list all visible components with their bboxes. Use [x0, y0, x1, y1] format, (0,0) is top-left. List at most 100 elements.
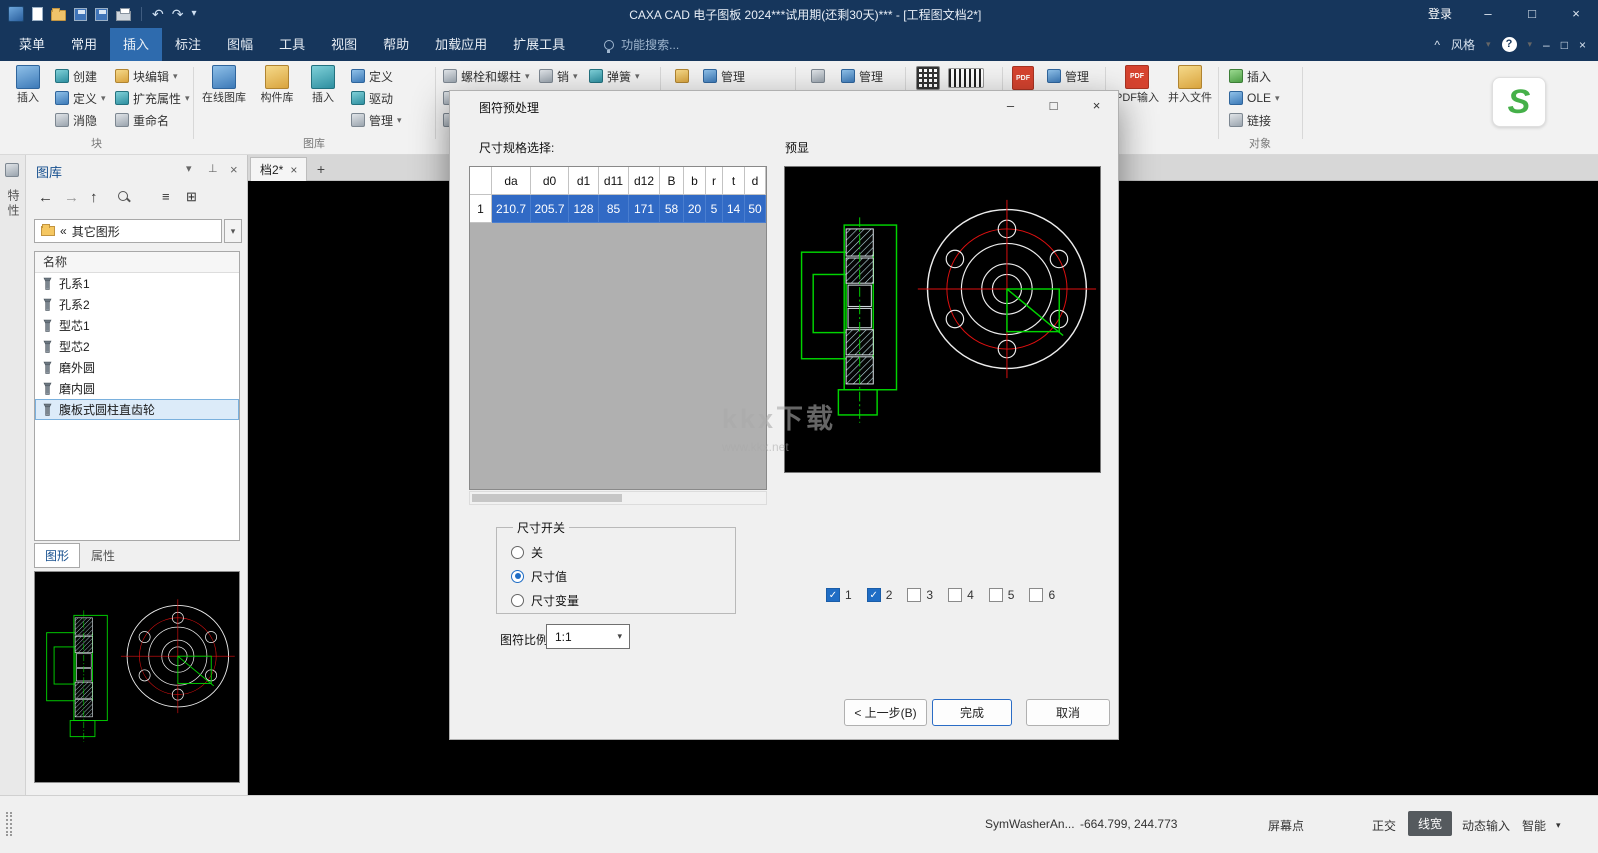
- table-hscrollbar[interactable]: [469, 491, 767, 505]
- view-checkbox-6[interactable]: 6: [1029, 588, 1055, 602]
- hscroll-thumb[interactable]: [472, 494, 622, 502]
- define-symbol-button[interactable]: 定义: [348, 66, 396, 86]
- grid-view-icon[interactable]: ⊞: [186, 189, 197, 205]
- cancel-button[interactable]: 取消: [1026, 699, 1110, 726]
- block-edit-button[interactable]: 块编辑▾: [112, 66, 181, 86]
- pins-button[interactable]: 销▾: [536, 66, 581, 86]
- barcode-icon[interactable]: [948, 68, 984, 88]
- prev-step-button[interactable]: < 上一步(B): [844, 699, 927, 726]
- online-library-button[interactable]: 在线图库: [198, 65, 250, 129]
- finish-button[interactable]: 完成: [932, 699, 1012, 726]
- new-file-icon[interactable]: [32, 7, 43, 21]
- login-button[interactable]: 登录: [1414, 0, 1466, 28]
- dialog-maximize-button[interactable]: □: [1032, 91, 1075, 121]
- tab-close-icon[interactable]: ×: [290, 163, 297, 177]
- pdf-input-button[interactable]: PDF PDF输入: [1112, 65, 1162, 129]
- library-item[interactable]: 型芯2: [35, 336, 239, 357]
- hide-block-button[interactable]: 消隐: [52, 110, 100, 130]
- folder-combo[interactable]: « 其它图形: [34, 219, 222, 243]
- smart-snap-caret-icon[interactable]: ▾: [1556, 820, 1561, 831]
- menu-tab-帮助[interactable]: 帮助: [370, 28, 422, 61]
- help-icon[interactable]: ?: [1502, 37, 1517, 52]
- sview-logo[interactable]: S: [1492, 77, 1546, 127]
- menu-tab-菜单[interactable]: 菜单: [6, 28, 58, 61]
- menu-tab-视图[interactable]: 视图: [318, 28, 370, 61]
- table-cell[interactable]: 128: [569, 195, 599, 223]
- panel-menu-caret-icon[interactable]: ▾: [186, 162, 192, 175]
- list-view-icon[interactable]: ≡: [162, 189, 170, 204]
- drive-symbol-button[interactable]: 驱动: [348, 88, 396, 108]
- table-row-index-cell[interactable]: 1: [470, 195, 492, 223]
- view-checkbox-4[interactable]: 4: [948, 588, 974, 602]
- view-checkbox-5[interactable]: 5: [989, 588, 1015, 602]
- scale-select[interactable]: 1:1 ▾: [546, 624, 630, 649]
- insert-block-button[interactable]: 插入: [6, 65, 50, 129]
- save-all-icon[interactable]: [95, 8, 108, 21]
- manage-button-2[interactable]: 管理: [838, 66, 886, 86]
- redo-icon[interactable]: ↷: [172, 7, 184, 21]
- folder-combo-caret[interactable]: ▾: [224, 219, 242, 243]
- doc-minimize-icon[interactable]: –: [1543, 38, 1550, 52]
- extend-attr-button[interactable]: 扩充属性▾: [112, 88, 193, 108]
- library-item[interactable]: 腹板式圆柱直齿轮: [35, 399, 239, 420]
- undo-icon[interactable]: ↶: [152, 7, 164, 21]
- menu-tab-常用[interactable]: 常用: [58, 28, 110, 61]
- view-checkbox-2[interactable]: ✓2: [867, 588, 893, 602]
- menu-tab-扩展工具[interactable]: 扩展工具: [500, 28, 578, 61]
- table-cell[interactable]: 205.7: [531, 195, 569, 223]
- create-block-button[interactable]: 创建: [52, 66, 100, 86]
- dialog-minimize-button[interactable]: –: [989, 91, 1032, 121]
- minimize-button[interactable]: –: [1466, 0, 1510, 28]
- manage-library-button[interactable]: 管理▾: [348, 110, 405, 130]
- pdf-icon[interactable]: PDF: [1012, 66, 1034, 90]
- table-cell[interactable]: 171: [629, 195, 660, 223]
- maximize-button[interactable]: □: [1510, 0, 1554, 28]
- library-item[interactable]: 孔系1: [35, 273, 239, 294]
- function-search[interactable]: 功能搜索...: [604, 28, 679, 61]
- qr-code-icon[interactable]: [916, 66, 940, 90]
- radio-尺寸值[interactable]: 尺寸值: [511, 564, 735, 588]
- side-tab-properties[interactable]: 特性: [5, 189, 22, 219]
- smart-snap-button[interactable]: 智能: [1522, 817, 1546, 834]
- panel-tab-图形[interactable]: 图形: [34, 543, 80, 568]
- doc-close-icon[interactable]: ×: [1579, 38, 1586, 52]
- menu-tab-标注[interactable]: 标注: [162, 28, 214, 61]
- table-cell[interactable]: 5: [706, 195, 723, 223]
- menu-tab-图幅[interactable]: 图幅: [214, 28, 266, 61]
- panel-tab-属性[interactable]: 属性: [80, 543, 126, 568]
- name-column-header[interactable]: 名称: [35, 252, 239, 273]
- manage-button-1[interactable]: 管理: [700, 66, 748, 86]
- define-block-button[interactable]: 定义▾: [52, 88, 109, 108]
- search-icon[interactable]: [118, 191, 131, 204]
- table-cell[interactable]: 85: [599, 195, 629, 223]
- statusbar-grip[interactable]: [6, 812, 12, 836]
- menu-tab-加载应用[interactable]: 加载应用: [422, 28, 500, 61]
- panel-close-icon[interactable]: ×: [230, 162, 238, 177]
- library-item[interactable]: 磨内圆: [35, 378, 239, 399]
- link-button[interactable]: 链接: [1226, 110, 1274, 130]
- doc-restore-icon[interactable]: □: [1561, 38, 1568, 52]
- library-item[interactable]: 磨外圆: [35, 357, 239, 378]
- insert-object-button[interactable]: 插入: [1226, 66, 1274, 86]
- open-file-icon[interactable]: [51, 10, 66, 21]
- springs-button[interactable]: 弹簧▾: [586, 66, 643, 86]
- radio-关[interactable]: 关: [511, 540, 735, 564]
- insert-symbol-button[interactable]: 插入: [303, 65, 343, 129]
- ole-button[interactable]: OLE▾: [1226, 88, 1283, 108]
- menu-tab-插入[interactable]: 插入: [110, 28, 162, 61]
- document-tab[interactable]: 档2* ×: [250, 157, 307, 181]
- table-cell[interactable]: 50: [745, 195, 766, 223]
- menu-tab-工具[interactable]: 工具: [266, 28, 318, 61]
- table-cell[interactable]: 210.7: [492, 195, 531, 223]
- merge-file-button[interactable]: 并入文件: [1164, 65, 1216, 129]
- extract-symbol-button[interactable]: [672, 66, 692, 86]
- close-button[interactable]: ×: [1554, 0, 1598, 28]
- dynamic-input-toggle[interactable]: 动态输入: [1462, 817, 1510, 834]
- library-item[interactable]: 孔系2: [35, 294, 239, 315]
- panel-layout-icon[interactable]: [5, 163, 19, 177]
- radio-尺寸变量[interactable]: 尺寸变量: [511, 588, 735, 612]
- new-tab-button[interactable]: +: [310, 157, 332, 181]
- grid-tool-button[interactable]: [808, 66, 828, 86]
- manage-button-3[interactable]: 管理: [1044, 66, 1092, 86]
- table-cell[interactable]: 20: [684, 195, 706, 223]
